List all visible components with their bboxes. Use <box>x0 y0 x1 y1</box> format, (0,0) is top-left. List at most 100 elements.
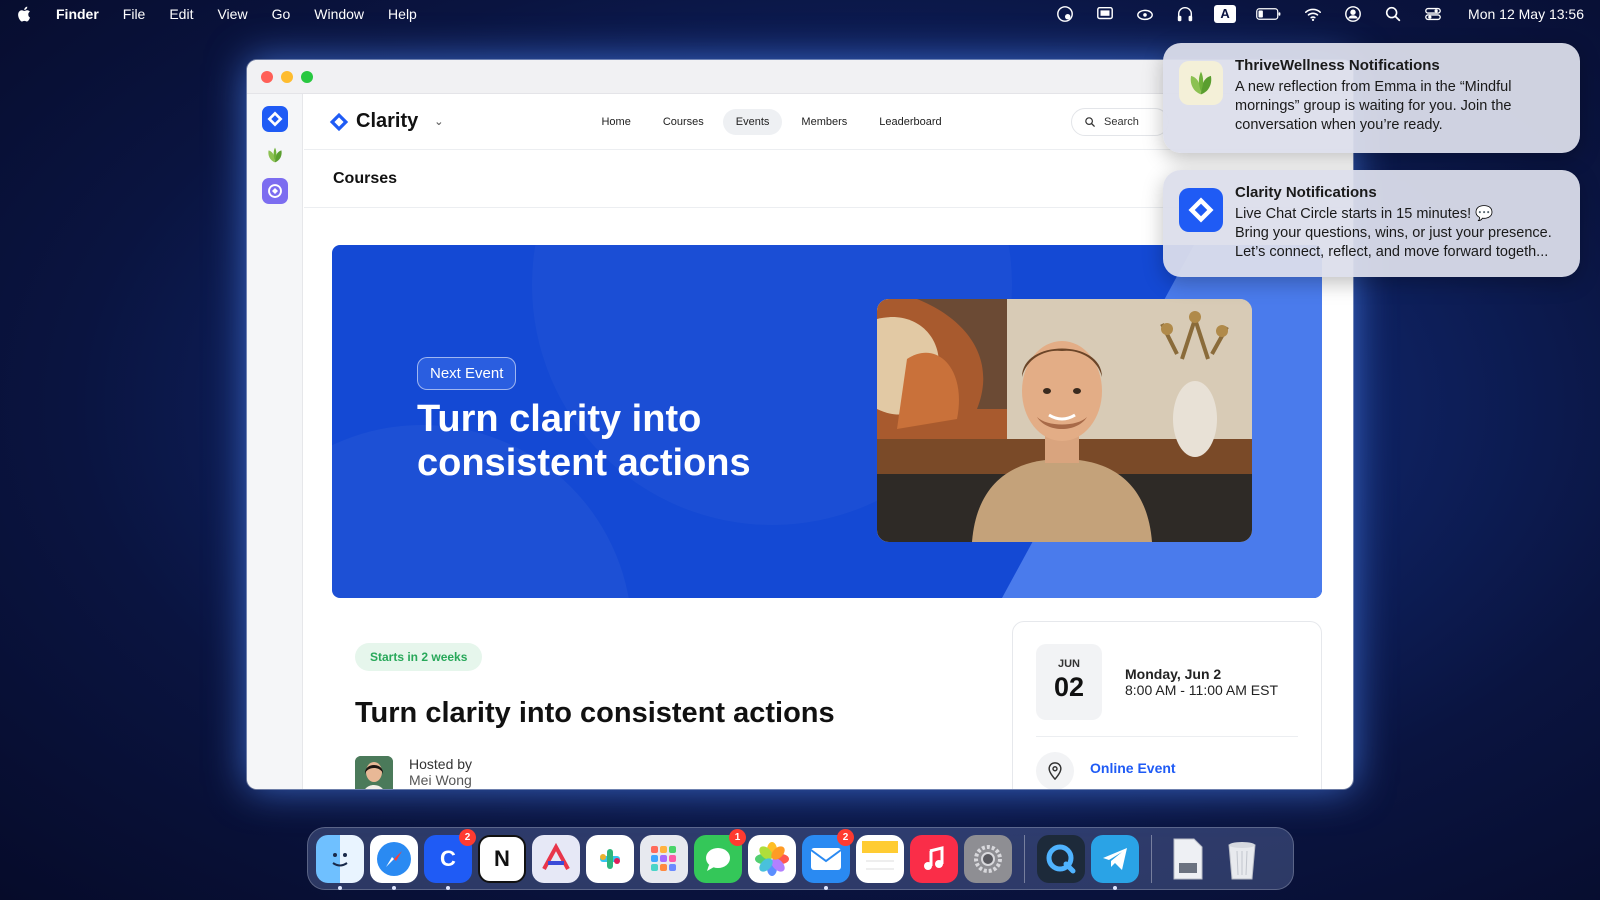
chevron-down-icon[interactable]: ⌄ <box>434 115 443 128</box>
clarity-dock-icon[interactable]: C 2 <box>424 828 476 890</box>
slack-dock-icon[interactable] <box>586 834 634 883</box>
menu-go[interactable]: Go <box>272 6 291 22</box>
photos-dock-icon[interactable] <box>748 834 796 883</box>
event-title: Turn clarity into consistent actions <box>355 697 835 729</box>
finder-dock-icon[interactable] <box>316 834 364 890</box>
notification-body-line1: Live Chat Circle starts in 15 minutes! 💬 <box>1235 206 1494 222</box>
close-window-button[interactable] <box>261 70 273 83</box>
running-indicator <box>824 885 828 890</box>
main-nav: Home Courses Events Members Leaderboard <box>588 108 954 135</box>
safari-dock-icon[interactable] <box>370 834 418 890</box>
clarity-app-icon[interactable] <box>261 106 288 132</box>
date-label: Monday, Jun 2 <box>1125 666 1222 682</box>
notification-badge: 1 <box>729 828 746 846</box>
tab-leaderboard[interactable]: Leaderboard <box>866 109 954 135</box>
host-video-thumbnail[interactable] <box>877 299 1252 542</box>
event-details: Starts in 2 weeks Turn clarity into cons… <box>355 643 835 789</box>
search-icon <box>1085 116 1095 127</box>
thrivewellness-app-icon <box>1179 61 1223 105</box>
brand-name: Clarity <box>356 110 419 132</box>
location-pin-icon <box>1036 752 1074 789</box>
time-range: 8:00 AM - 11:00 AM EST <box>1125 682 1279 698</box>
wifi-icon[interactable] <box>1302 5 1324 23</box>
running-indicator <box>338 885 342 890</box>
input-source-icon[interactable]: A <box>1214 4 1237 23</box>
craft-dock-icon[interactable] <box>532 834 580 883</box>
avatar[interactable] <box>355 756 393 789</box>
notion-dock-icon[interactable]: N <box>478 834 526 883</box>
date-time: Monday, Jun 2 8:00 AM - 11:00 AM EST <box>1125 666 1278 698</box>
search-input[interactable]: Search <box>1071 107 1169 136</box>
tab-home[interactable]: Home <box>588 109 643 135</box>
brand[interactable]: Clarity ⌄ <box>328 110 443 133</box>
notification-thrivewellness[interactable]: ThriveWellness Notifications A new refle… <box>1163 43 1580 153</box>
music-dock-icon[interactable] <box>910 834 958 883</box>
running-indicator <box>1113 885 1117 890</box>
quicktime-dock-icon[interactable] <box>1037 834 1085 883</box>
mail-dock-icon[interactable]: 2 <box>802 828 854 890</box>
online-event-link[interactable]: Online Event <box>1090 760 1176 776</box>
calendar-tile: JUN 02 <box>1036 644 1102 720</box>
system-settings-dock-icon[interactable] <box>964 834 1012 883</box>
date-day: 02 <box>1053 672 1085 702</box>
search-placeholder: Search <box>1104 115 1139 128</box>
notification-clarity[interactable]: Clarity Notifications Live Chat Circle s… <box>1163 170 1580 277</box>
trash-dock-icon[interactable] <box>1218 835 1266 883</box>
clarity-app-icon <box>1179 188 1223 232</box>
spotlight-icon[interactable] <box>1382 5 1404 23</box>
next-event-badge: Next Event <box>417 357 517 390</box>
menubar-clock[interactable]: Mon 12 May 13:56 <box>1468 6 1584 22</box>
menu-file[interactable]: File <box>123 6 146 22</box>
notes-dock-icon[interactable] <box>856 834 904 883</box>
app-switcher-rail <box>247 94 303 789</box>
running-indicator <box>446 885 450 890</box>
apple-icon[interactable] <box>16 5 34 23</box>
documents-folder-dock-icon[interactable] <box>1164 835 1212 883</box>
headphones-icon[interactable] <box>1174 5 1196 23</box>
dock: C 2 N 1 2 <box>307 827 1294 890</box>
menu-bar: Finder File Edit View Go Window Help A M… <box>0 0 1600 27</box>
clarity-dock-label: C <box>440 845 456 871</box>
menu-app-finder[interactable]: Finder <box>56 6 99 22</box>
host-info[interactable]: Hosted by Mei Wong <box>355 756 835 789</box>
date-month: JUN <box>1057 658 1080 670</box>
tab-events[interactable]: Events <box>722 108 783 135</box>
page-title: Courses <box>333 169 398 187</box>
user-icon[interactable] <box>1342 5 1364 23</box>
event-date-card: JUN 02 Monday, Jun 2 8:00 AM - 11:00 AM … <box>1012 621 1322 789</box>
screen-mirror-icon[interactable] <box>1094 5 1116 23</box>
community-app-icon[interactable] <box>261 178 288 204</box>
creative-cloud-icon[interactable] <box>1054 5 1076 23</box>
cloud-sync-icon[interactable] <box>1134 5 1156 23</box>
divider <box>1036 736 1298 737</box>
notification-badge: 2 <box>837 828 854 846</box>
tab-courses[interactable]: Courses <box>650 109 717 135</box>
dock-separator <box>1024 834 1025 883</box>
menu-edit[interactable]: Edit <box>169 6 193 22</box>
notification-body-line2: Bring your questions, wins, or just your… <box>1235 225 1552 260</box>
menu-view[interactable]: View <box>217 6 247 22</box>
tab-members[interactable]: Members <box>788 109 860 135</box>
thrivewellness-app-icon[interactable] <box>262 142 288 168</box>
dock-separator <box>1151 834 1152 883</box>
notification-title: ThriveWellness Notifications <box>1235 57 1440 74</box>
battery-icon[interactable] <box>1254 5 1284 23</box>
messages-dock-icon[interactable]: 1 <box>694 828 746 883</box>
clarity-logo-icon <box>329 112 349 131</box>
notification-body: A new reflection from Emma in the “Mindf… <box>1235 79 1512 133</box>
notion-dock-label: N <box>494 845 510 871</box>
next-event-hero[interactable]: Next Event Turn clarity into consistent … <box>332 245 1322 598</box>
hero-heading: Turn clarity into consistent actions <box>417 398 751 484</box>
running-indicator <box>392 885 396 890</box>
menu-window[interactable]: Window <box>314 6 364 22</box>
hosted-by-label: Hosted by <box>409 756 473 772</box>
starts-in-badge: Starts in 2 weeks <box>355 643 483 671</box>
zoom-window-button[interactable] <box>301 70 313 83</box>
telegram-dock-icon[interactable] <box>1091 834 1139 890</box>
menu-help[interactable]: Help <box>388 6 417 22</box>
notification-title: Clarity Notifications <box>1235 184 1377 201</box>
minimize-window-button[interactable] <box>281 70 293 83</box>
control-center-icon[interactable] <box>1422 5 1444 23</box>
host-name[interactable]: Mei Wong <box>409 772 472 788</box>
launchpad-dock-icon[interactable] <box>640 834 688 883</box>
